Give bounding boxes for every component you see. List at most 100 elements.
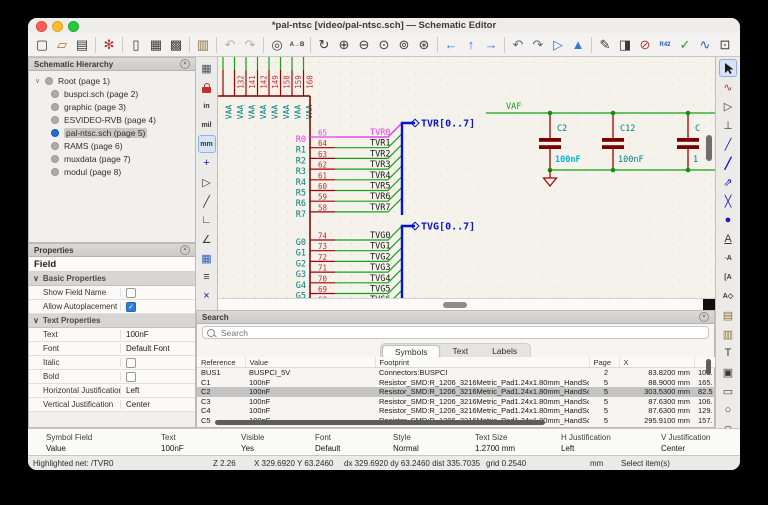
directive-label-icon[interactable]: ◦A [719,249,737,267]
units-mils-icon[interactable]: mil [198,116,216,134]
line-mode-free-icon[interactable]: ╱ [198,192,216,210]
place-power-port-icon[interactable]: ⊥ [719,116,737,134]
draw-circle-icon[interactable]: ○ [719,401,737,419]
place-text-icon[interactable]: T [719,344,737,362]
close-icon[interactable]: × [180,245,190,255]
new-schematic-icon[interactable]: ▢ [33,36,51,54]
rotate-cw-icon[interactable]: ↷ [529,36,547,54]
column-header-X[interactable]: X [619,357,694,368]
rotate-ccw-icon[interactable]: ↶ [509,36,527,54]
sidebar-item-root-page-1[interactable]: ∨Root (page 1) [29,74,195,87]
column-header-Footprint[interactable]: Footprint [375,357,589,368]
zoom-to-fit-icon[interactable]: ⊙ [375,36,393,54]
sidebar-item-buspci-sch-page-2[interactable]: buspci.sch (page 2) [29,87,195,100]
redo-icon[interactable]: ↷ [241,36,259,54]
sidebar-item-esvideo-rvb-page-4[interactable]: ESVIDEO-RVB (page 4) [29,113,195,126]
zoom-to-objects-icon[interactable]: ⊚ [395,36,413,54]
hidden-pins-icon[interactable]: ▷ [198,173,216,191]
find-replace-icon[interactable]: A→B [288,36,306,54]
table-row[interactable]: C1100nFResistor_SMD:R_1206_3216Metric_Pa… [197,378,716,388]
annotation-visibility-icon[interactable]: ▦ [198,249,216,267]
undo-icon[interactable]: ↶ [221,36,239,54]
paste-icon[interactable]: ▥ [194,36,212,54]
place-text-box-icon[interactable]: ▣ [719,363,737,381]
erc-check-icon[interactable]: ✓ [676,36,694,54]
search-input[interactable] [219,327,708,339]
tvg-pin-group[interactable]: G074TVG0G173TVG1G272TVG2G371TVG3G470TVG4… [296,226,402,298]
bus-entry-icon[interactable]: ⇗ [719,173,737,191]
refresh-icon[interactable]: ↻ [315,36,333,54]
hierarchy-navigator-icon[interactable]: ≡ [198,268,216,286]
table-row[interactable]: C2100nFResistor_SMD:R_1206_3216Metric_Pa… [197,387,716,397]
nav-up-icon[interactable]: ↑ [462,36,480,54]
column-header-y[interactable] [694,357,716,368]
draw-rectangle-icon[interactable]: ▭ [719,382,737,400]
footprint-editor-icon[interactable]: ⊘ [636,36,654,54]
table-row[interactable]: C4100nFResistor_SMD:R_1206_3216Metric_Pa… [197,406,716,416]
junction-icon[interactable]: ● [719,211,737,229]
canvas-hscrollbar-thumb[interactable] [443,302,467,308]
symbol-editor-icon[interactable]: ✎ [596,36,614,54]
capacitor-c12[interactable]: C12100nF [602,111,644,173]
annotate-icon[interactable]: R42 [656,36,674,54]
tvg-bus[interactable]: TVG[0..7] [402,222,475,299]
save-icon[interactable]: ▤ [73,36,91,54]
table-row[interactable]: BUS1BUSPCI_5VConnectors:BUSPCI283.8200 m… [197,368,716,378]
ground-symbol[interactable] [544,170,557,186]
italic-checkbox[interactable] [126,358,136,368]
section-collapse-icon[interactable]: ∨ [33,316,39,325]
canvas-vscrollbar-thumb[interactable] [706,135,712,161]
plot-icon[interactable]: ▩ [167,36,185,54]
sidebar-item-rams-page-6[interactable]: RAMS (page 6) [29,139,195,152]
no-connect-flag-icon[interactable]: ╳ [719,192,737,210]
results-hscrollbar[interactable] [215,420,545,425]
net-label-icon[interactable]: A [719,230,737,248]
sidebar-item-muxdata-page-7[interactable]: muxdata (page 7) [29,152,195,165]
symbol-library-browser-icon[interactable]: ◨ [616,36,634,54]
tree-collapse-icon[interactable]: ∨ [35,77,45,85]
units-inches-icon[interactable]: in [198,97,216,115]
print-icon[interactable]: ▦ [147,36,165,54]
capacitor-c[interactable]: C1 [677,111,700,173]
line-mode-90-icon[interactable]: ∟ [198,211,216,229]
schematic-setup-icon[interactable]: ✻ [100,36,118,54]
sheet-pin-icon[interactable]: ▥ [719,325,737,343]
zoom-out-icon[interactable]: ⊖ [355,36,373,54]
bom-table-icon[interactable]: ▦ [736,36,740,54]
bold-checkbox[interactable] [126,372,136,382]
open-schematic-icon[interactable]: ▱ [53,36,71,54]
crosshair-cursor-icon[interactable]: + [198,154,216,172]
zoom-to-selection-icon[interactable]: ⊛ [415,36,433,54]
section-collapse-icon[interactable]: ∨ [33,274,39,283]
line-mode-45-icon[interactable]: ∠ [198,230,216,248]
global-label-icon[interactable]: [A [719,268,737,286]
close-icon[interactable]: × [180,59,190,69]
allow-autoplacement-checkbox[interactable]: ✓ [126,302,136,312]
draw-wire-icon[interactable]: ╱ [719,135,737,153]
text-value[interactable]: 100nF [121,330,149,339]
column-header-Value[interactable]: Value [245,357,375,368]
simulator-icon[interactable]: ∿ [696,36,714,54]
tvr-pin-group[interactable]: R065TVR0R164TVR1R263TVR2R362TVR3R461TVR4… [296,123,402,220]
place-sheet-icon[interactable]: ▤ [719,306,737,324]
capacitor-c2[interactable]: C2100nF [539,111,581,173]
hierarchical-label-icon[interactable]: A◇ [719,287,737,305]
assign-footprints-icon[interactable]: ⊡ [716,36,734,54]
properties-section-header[interactable]: ∨Basic Properties [29,272,195,286]
place-symbol-icon[interactable]: ▷ [719,97,737,115]
sidebar-item-pal-ntsc-sch-page-5[interactable]: pal-ntsc.sch (page 5) [29,126,195,139]
horizontal-justification-value[interactable]: Left [121,386,139,395]
sidebar-item-graphic-page-3[interactable]: graphic (page 3) [29,100,195,113]
mirror-vertical-icon[interactable]: ▲ [569,36,587,54]
draw-bus-icon[interactable]: ╱ [719,154,737,172]
font-value[interactable]: Default Font [121,344,170,353]
column-header-Reference[interactable]: Reference [197,357,245,368]
grid-settings-icon[interactable]: ▦ [198,59,216,77]
page-settings-icon[interactable]: ▯ [127,36,145,54]
schematic-canvas[interactable]: VAA132VAA141VAA142VAA149VAA158VAA159VAA1… [218,57,715,298]
vertical-justification-value[interactable]: Center [121,400,150,409]
nav-forward-icon[interactable]: → [482,36,500,54]
find-icon[interactable]: ◎ [268,36,286,54]
sidebar-item-modul-page-8[interactable]: modul (page 8) [29,165,195,178]
vaf-decoupling-rail[interactable]: VAFC2100nFC12100nFC1 [486,102,715,186]
